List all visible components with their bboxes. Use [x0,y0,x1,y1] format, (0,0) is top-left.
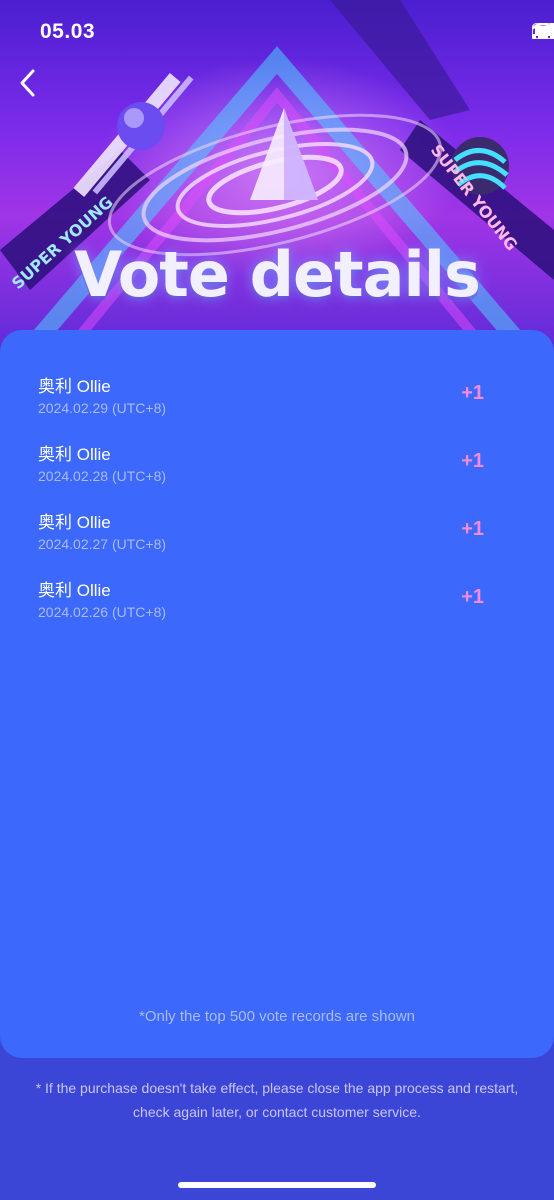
voter-name: 奥利 Ollie [38,581,111,600]
chevron-left-icon [20,69,35,97]
vote-date: 2024.02.27 (UTC+8) [38,536,167,552]
header-banner: SUPER YOUNG SUPER YOUNG 05.03 Vote detai… [0,0,554,360]
battery-icon [532,23,554,39]
purchase-notice-line-2: check again later, or contact customer s… [133,1104,421,1120]
purchase-notice: * If the purchase doesn't take effect, p… [0,1076,554,1124]
vote-count: +1 [461,586,484,608]
voter-name: 奥利 Ollie [38,377,111,396]
purchase-notice-line-1: * If the purchase doesn't take effect, p… [35,1080,519,1096]
vote-date: 2024.02.29 (UTC+8) [38,400,167,416]
list-item: 奥利 Ollie 2024.02.27 (UTC+8) +1 [0,504,554,572]
back-button[interactable] [18,68,58,108]
vote-count: +1 [461,382,484,404]
list-item: 奥利 Ollie 2024.02.28 (UTC+8) +1 [0,436,554,504]
home-indicator[interactable] [178,1182,376,1188]
vote-date: 2024.02.26 (UTC+8) [38,604,167,620]
vote-date: 2024.02.28 (UTC+8) [38,468,167,484]
voter-name: 奥利 Ollie [38,513,111,532]
vote-list: 奥利 Ollie 2024.02.29 (UTC+8) +1 奥利 Ollie … [0,368,554,640]
status-time: 05.03 [40,20,96,43]
page-title: Vote details [74,238,481,311]
status-bar: 05.03 [0,0,554,64]
vote-count: +1 [461,518,484,540]
records-limit-note: *Only the top 500 vote records are shown [139,1008,415,1025]
list-item: 奥利 Ollie 2024.02.26 (UTC+8) +1 [0,572,554,640]
list-item: 奥利 Ollie 2024.02.29 (UTC+8) +1 [0,368,554,436]
vote-records-card: 奥利 Ollie 2024.02.29 (UTC+8) +1 奥利 Ollie … [0,330,554,1058]
voter-name: 奥利 Ollie [38,445,111,464]
vote-count: +1 [461,450,484,472]
